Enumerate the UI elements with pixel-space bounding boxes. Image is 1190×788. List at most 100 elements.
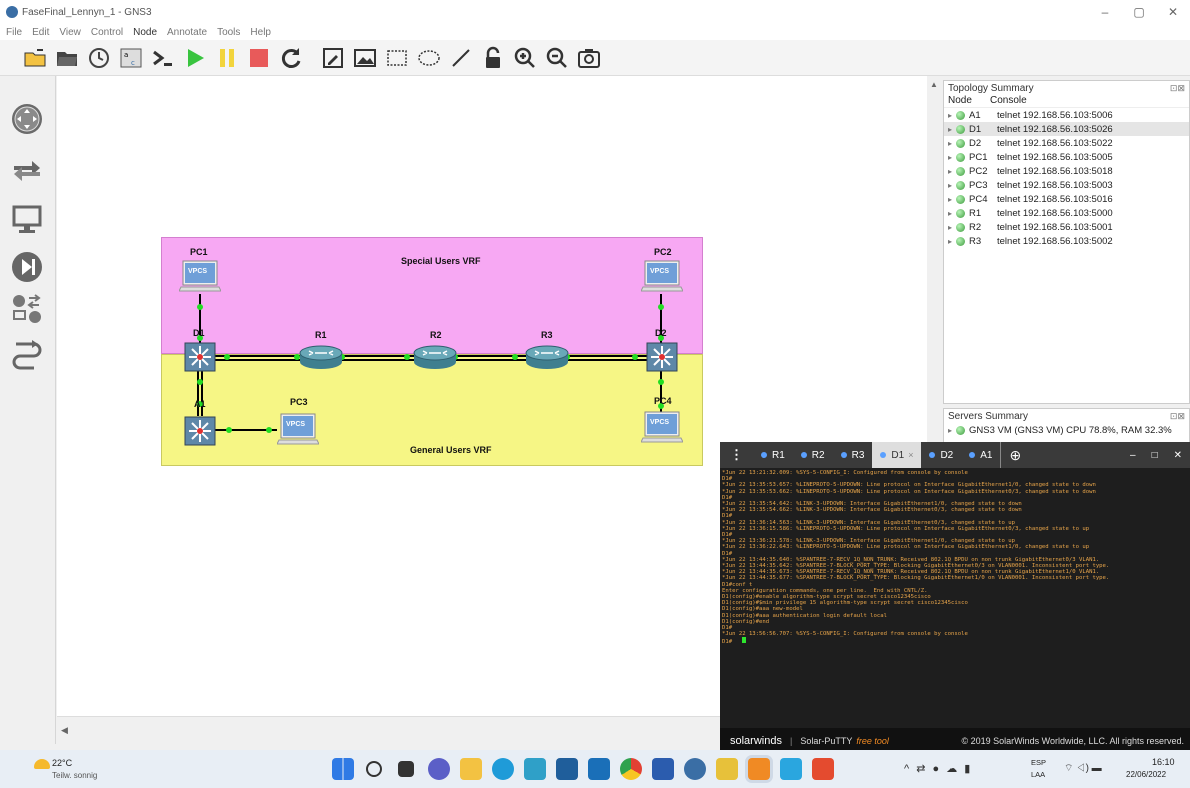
console-tab-r1[interactable]: R1 [753,442,793,468]
solar-putty-taskbar-icon[interactable] [748,758,770,780]
topology-row-pc2[interactable]: ▸ PC2 telnet 192.168.56.103:5018 [944,164,1189,178]
show-interface-labels-icon[interactable]: ac [118,45,144,71]
language-bottom[interactable]: LAA [1031,770,1045,779]
menu-view[interactable]: View [59,27,81,38]
scroll-left-arrow-icon[interactable]: ◀ [61,725,68,736]
column-node-header[interactable]: Node [948,95,990,107]
topology-row-r3[interactable]: ▸ R3 telnet 192.168.56.103:5002 [944,234,1189,248]
node-r1-router-icon[interactable] [299,344,343,370]
app-icon-5[interactable] [812,758,834,780]
browse-security-devices-icon[interactable] [8,248,46,286]
screenshot-icon[interactable] [576,45,602,71]
stop-all-icon[interactable] [246,45,272,71]
console-tab-a1[interactable]: A1 [961,442,1000,468]
panel-float-close-buttons[interactable]: ⊡⊠ [1170,83,1185,94]
app-icon-2[interactable] [556,758,578,780]
expand-caret-icon[interactable]: ▸ [948,153,956,162]
weather-temp[interactable]: 22°C [52,758,72,768]
console-tab-r3[interactable]: R3 [833,442,873,468]
lock-icon[interactable] [480,45,506,71]
menu-tools[interactable]: Tools [217,27,240,38]
start-all-icon[interactable] [182,45,208,71]
close-tab-icon[interactable]: × [908,450,913,460]
node-pc2-icon[interactable]: VPCS [640,259,684,295]
insert-image-icon[interactable] [352,45,378,71]
weather-icon[interactable] [34,759,50,769]
language-top[interactable]: ESP [1031,758,1046,767]
network-volume-battery-icons[interactable]: ⌔ ◁) ▬ [1064,762,1102,775]
menu-control[interactable]: Control [91,27,123,38]
menu-file[interactable]: File [6,27,22,38]
node-a1-switch-icon[interactable] [184,416,216,446]
topology-row-r1[interactable]: ▸ R1 telnet 192.168.56.103:5000 [944,206,1189,220]
menu-node[interactable]: Node [133,27,157,38]
console-maximize-button[interactable]: □ [1144,442,1166,468]
node-r2-router-icon[interactable] [413,344,457,370]
app-icon-4[interactable] [780,758,802,780]
add-link-icon[interactable] [8,334,46,372]
system-tray-icons[interactable]: ^ ⇄ ● ☁ ▮ [904,762,972,775]
mail-icon[interactable] [588,758,610,780]
zoom-in-icon[interactable] [512,45,538,71]
expand-caret-icon[interactable]: ▸ [948,195,956,204]
expand-caret-icon[interactable]: ▸ [948,426,956,435]
minimize-button[interactable]: – [1088,0,1122,24]
search-icon[interactable] [366,761,382,777]
menu-annotate[interactable]: Annotate [167,27,207,38]
node-pc4-icon[interactable]: VPCS [640,410,684,446]
expand-caret-icon[interactable]: ▸ [948,223,956,232]
topology-row-r2[interactable]: ▸ R2 telnet 192.168.56.103:5001 [944,220,1189,234]
expand-caret-icon[interactable]: ▸ [948,209,956,218]
weather-desc[interactable]: Teilw. sonnig [52,771,97,780]
task-view-icon[interactable] [398,761,414,777]
snapshot-icon[interactable] [86,45,112,71]
suspend-all-icon[interactable] [214,45,240,71]
chrome-icon[interactable] [620,758,642,780]
draw-rectangle-icon[interactable] [384,45,410,71]
app-icon-3[interactable] [716,758,738,780]
expand-caret-icon[interactable]: ▸ [948,167,956,176]
panel-float-close-buttons[interactable]: ⊡⊠ [1170,411,1185,422]
node-r3-router-icon[interactable] [525,344,569,370]
topology-row-a1[interactable]: ▸ A1 telnet 192.168.56.103:5006 [944,108,1189,122]
console-menu-icon[interactable]: ⋮ [720,442,753,468]
node-pc3-icon[interactable]: VPCS [276,412,320,448]
menu-help[interactable]: Help [250,27,271,38]
close-button[interactable]: ✕ [1156,0,1190,24]
open-project-icon[interactable] [54,45,80,71]
console-output[interactable]: *Jun 22 13:21:32.009: %SYS-5-CONFIG_I: C… [722,470,1182,724]
chat-icon[interactable] [428,758,450,780]
expand-caret-icon[interactable]: ▸ [948,237,956,246]
restore-button[interactable]: ▢ [1122,0,1156,24]
draw-line-icon[interactable] [448,45,474,71]
draw-ellipse-icon[interactable] [416,45,442,71]
app-icon-1[interactable] [524,758,546,780]
browse-end-devices-icon[interactable] [8,200,46,238]
topology-row-d1[interactable]: ▸ D1 telnet 192.168.56.103:5026 [944,122,1189,136]
console-tab-r2[interactable]: R2 [793,442,833,468]
gns3-taskbar-icon[interactable] [684,758,706,780]
node-d1-switch-icon[interactable] [184,342,216,372]
server-row[interactable]: ▸ GNS3 VM (GNS3 VM) CPU 78.8%, RAM 32.3% [944,423,1189,437]
console-close-button[interactable]: ✕ [1166,442,1190,468]
console-tab-d1[interactable]: D1 × [872,442,922,468]
expand-caret-icon[interactable]: ▸ [948,181,956,190]
node-d2-switch-icon[interactable] [646,342,678,372]
start-windows-icon[interactable] [332,758,354,780]
console-all-icon[interactable] [150,45,176,71]
clock-time[interactable]: 16:10 [1152,757,1175,767]
topology-row-pc1[interactable]: ▸ PC1 telnet 192.168.56.103:5005 [944,150,1189,164]
clock-date[interactable]: 22/06/2022 [1126,770,1166,779]
file-explorer-icon[interactable] [460,758,482,780]
add-tab-icon[interactable]: ⊕ [1000,442,1029,468]
console-tab-d2[interactable]: D2 [921,442,961,468]
browse-switches-icon[interactable] [8,152,46,190]
console-minimize-button[interactable]: – [1122,442,1144,468]
new-project-icon[interactable] [22,45,48,71]
browse-all-devices-icon[interactable] [8,290,46,328]
add-note-icon[interactable] [320,45,346,71]
expand-caret-icon[interactable]: ▸ [948,111,956,120]
expand-caret-icon[interactable]: ▸ [948,125,956,134]
reload-all-icon[interactable] [278,45,304,71]
browse-routers-icon[interactable] [8,100,46,138]
